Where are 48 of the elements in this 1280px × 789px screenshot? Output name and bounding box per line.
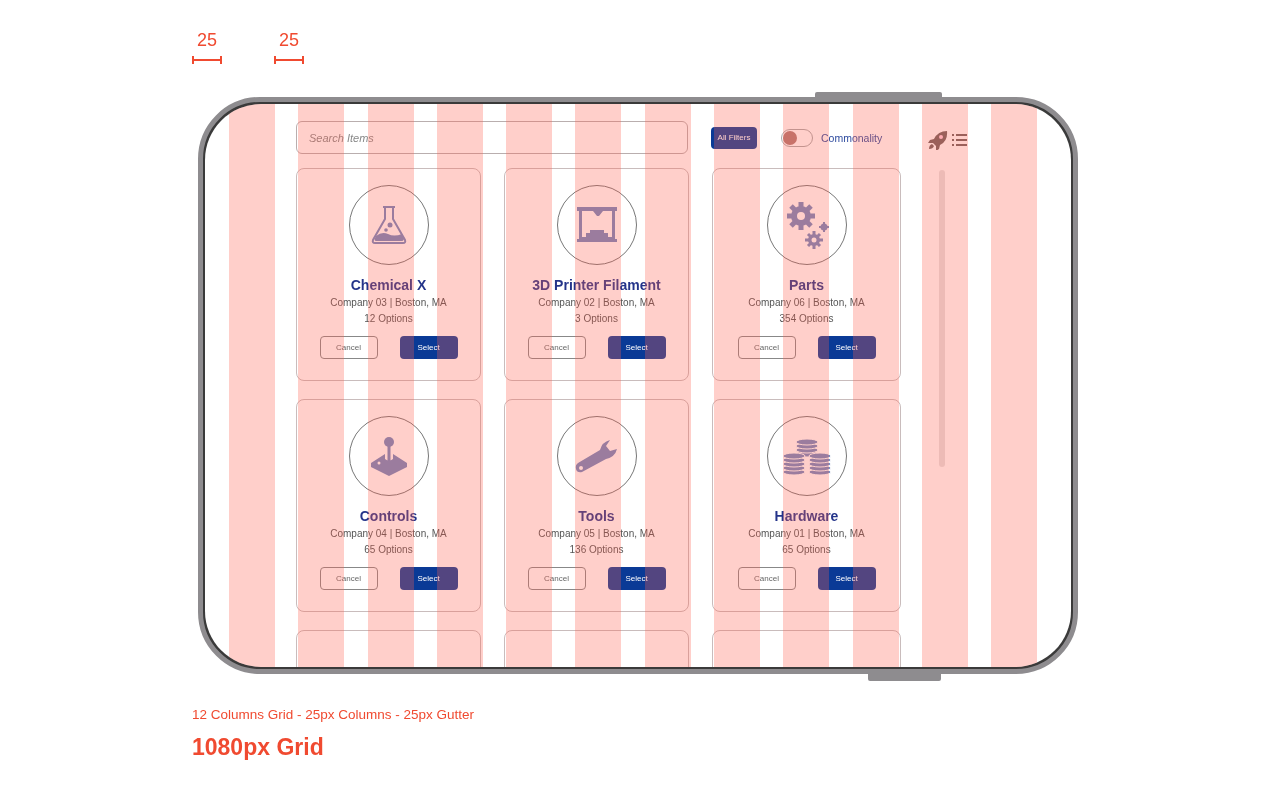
- toggle-label: Commonality: [821, 131, 883, 144]
- options-count: 354 Options: [779, 312, 834, 326]
- grid-caption: 12 Columns Grid - 25px Columns - 25px Gutter: [192, 707, 476, 723]
- select-button[interactable]: Select: [399, 567, 458, 590]
- item-title: Tools: [578, 508, 615, 525]
- select-button[interactable]: Select: [817, 336, 876, 359]
- joystick-icon: [369, 436, 408, 476]
- select-button[interactable]: Select: [399, 336, 458, 359]
- search-field[interactable]: Search Items: [296, 121, 688, 154]
- item-title: Hardware: [774, 508, 839, 525]
- measure-label: 25: [279, 30, 299, 50]
- coins-icon: [781, 436, 832, 476]
- options-count: 65 Options: [782, 543, 831, 557]
- grid-heading: 1080px Grid: [192, 733, 325, 761]
- select-button[interactable]: Select: [607, 567, 666, 590]
- printer-icon: [575, 206, 618, 244]
- company-location: Company 04 | Boston, MA: [330, 527, 447, 541]
- item-title: Controls: [359, 508, 418, 525]
- list-icon[interactable]: [952, 134, 967, 146]
- toggle-switch[interactable]: [781, 128, 813, 147]
- company-location: Company 01 | Boston, MA: [748, 527, 865, 541]
- cancel-button[interactable]: Cancel: [527, 336, 586, 359]
- gears-icon: [784, 200, 829, 250]
- cancel-button[interactable]: Cancel: [737, 567, 796, 590]
- item-title: Parts: [789, 277, 824, 294]
- rocket-icon[interactable]: [928, 130, 948, 150]
- company-location: Company 06 | Boston, MA: [748, 296, 865, 310]
- flask-icon: [369, 205, 408, 245]
- select-button[interactable]: Select: [607, 336, 666, 359]
- options-count: 3 Options: [575, 312, 618, 326]
- item-title: Chemical X: [350, 277, 427, 294]
- company-location: Company 05 | Boston, MA: [538, 527, 655, 541]
- filters-button[interactable]: All Filters: [711, 126, 757, 149]
- select-button[interactable]: Select: [817, 567, 876, 590]
- options-count: 12 Options: [364, 312, 413, 326]
- measure-label: 25: [197, 30, 217, 50]
- cancel-button[interactable]: Cancel: [737, 336, 796, 359]
- company-location: Company 03 | Boston, MA: [330, 296, 447, 310]
- options-count: 136 Options: [569, 543, 624, 557]
- wrench-icon: [573, 439, 620, 473]
- dimension-line: [274, 56, 304, 64]
- cancel-button[interactable]: Cancel: [319, 336, 378, 359]
- cancel-button[interactable]: Cancel: [527, 567, 586, 590]
- company-location: Company 02 | Boston, MA: [538, 296, 655, 310]
- item-title: 3D Printer Filament: [532, 277, 661, 294]
- dimension-line: [192, 56, 222, 64]
- cancel-button[interactable]: Cancel: [319, 567, 378, 590]
- options-count: 65 Options: [364, 543, 413, 557]
